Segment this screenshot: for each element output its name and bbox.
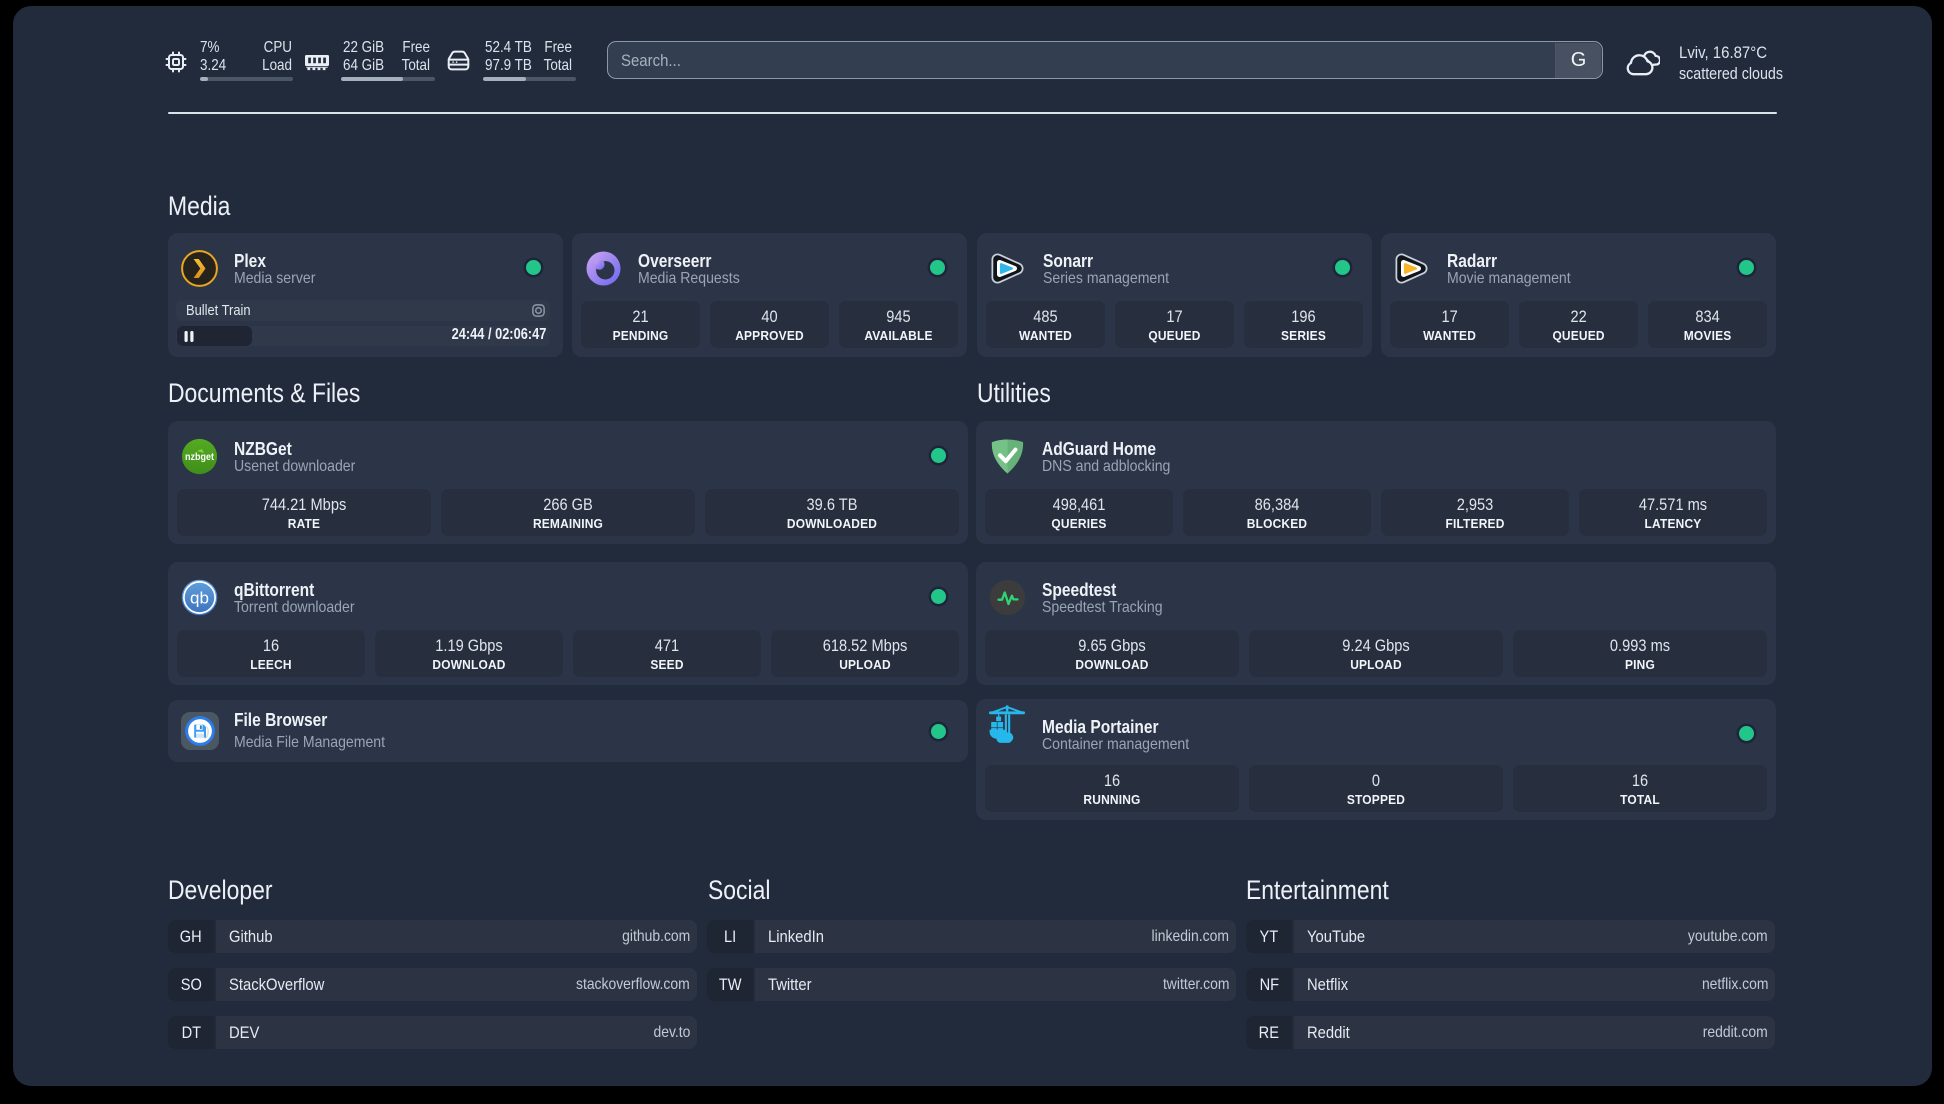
svg-text:nzbget: nzbget	[185, 451, 214, 463]
svg-text:qb: qb	[190, 589, 209, 608]
